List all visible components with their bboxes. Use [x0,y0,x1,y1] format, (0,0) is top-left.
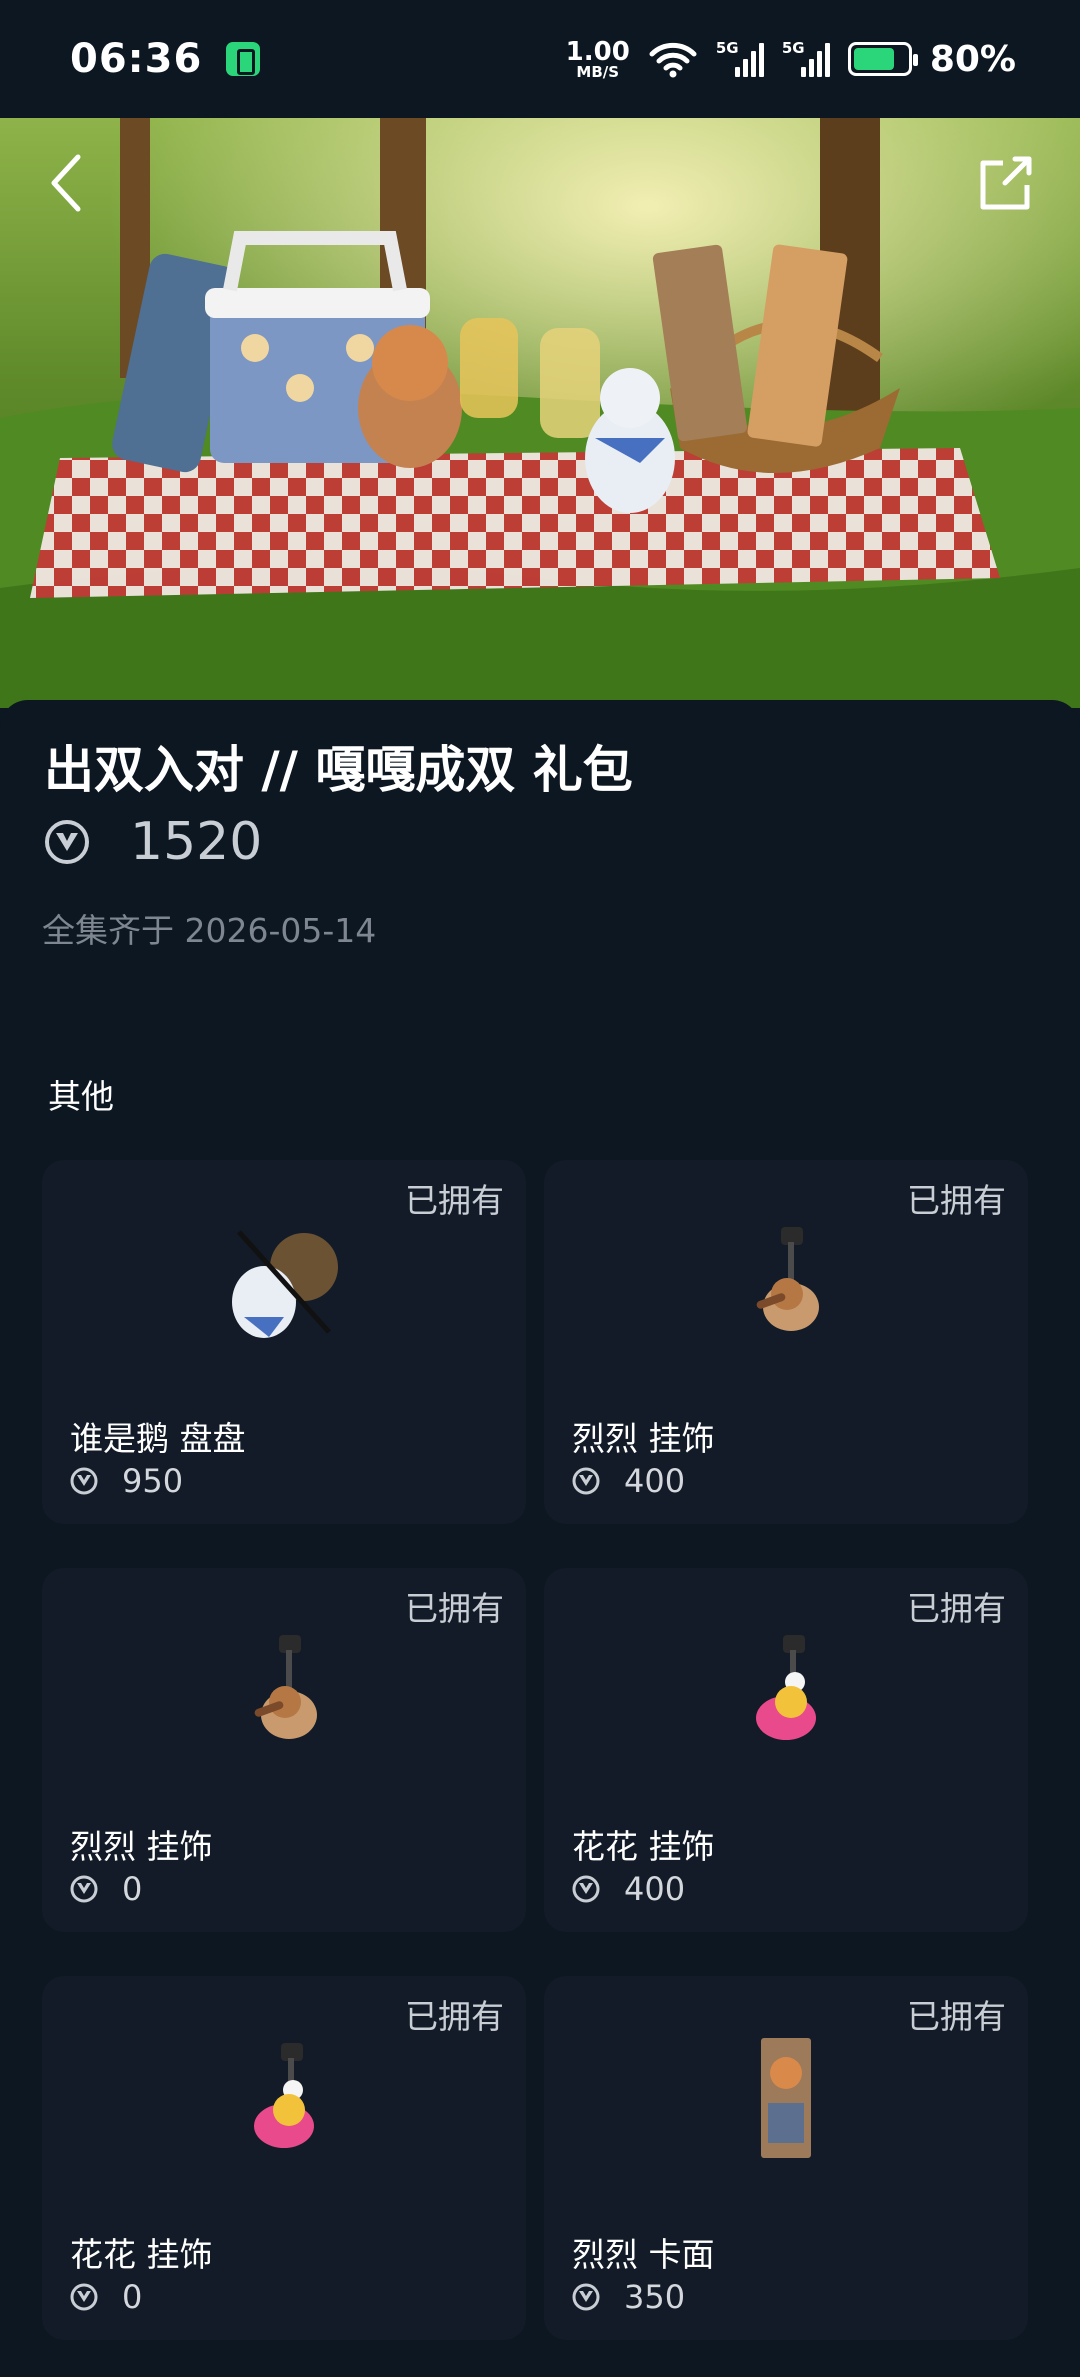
owned-badge: 已拥有 [907,1181,1006,1220]
share-button[interactable] [970,148,1040,218]
keychain-charm-icon [716,1212,856,1352]
item-card[interactable]: 已拥有 烈烈 挂饰 0 [42,1568,526,1932]
picnic-scene-illustration [0,118,1080,708]
valorant-points-icon [572,2283,600,2311]
keychain-charm-icon [214,1620,354,1760]
owned-badge: 已拥有 [907,1997,1006,2036]
owned-badge: 已拥有 [405,1589,504,1628]
status-time: 06:36 [70,36,203,82]
owned-badge: 已拥有 [405,1181,504,1220]
item-price: 350 [572,2278,685,2316]
valorant-points-icon [45,820,89,864]
network-speed: 1.00 MB/S [565,36,630,81]
item-price: 0 [70,1870,142,1908]
item-price: 0 [70,2278,142,2316]
battery-saver-icon [226,42,261,76]
player-card-icon [716,2028,856,2168]
valorant-points-icon [70,2283,98,2311]
item-card[interactable]: 已拥有 花花 挂饰 0 [42,1976,526,2340]
bundle-hero-image [0,118,1080,708]
chevron-left-icon [51,154,81,212]
back-button[interactable] [36,148,96,218]
bundle-price: 1520 [44,812,262,872]
status-bar: 06:36 1.00 MB/S 5G 5G 80% [0,0,1080,118]
item-price: 400 [572,1462,685,1500]
battery-percent: 80% [929,38,1016,80]
cell-signal-icon-1: 5G [716,39,764,79]
owned-badge: 已拥有 [907,1589,1006,1628]
bundle-title: 出双入对 // 嘎嘎成双 礼包 [44,741,633,799]
section-title-others: 其他 [48,1077,114,1116]
keychain-charm-pink-icon [214,2028,354,2168]
item-card[interactable]: 已拥有 谁是鹅 盘盘 950 [42,1160,526,1524]
share-icon [980,156,1032,210]
item-price: 400 [572,1870,685,1908]
item-name: 烈烈 挂饰 [572,1419,715,1458]
item-name: 花花 挂饰 [70,2235,213,2274]
wifi-icon [649,42,697,78]
item-name: 烈烈 卡面 [572,2235,715,2274]
owned-badge: 已拥有 [405,1997,504,2036]
item-name: 花花 挂饰 [572,1827,715,1866]
bundle-detail-panel: 出双入对 // 嘎嘎成双 礼包 1520 全集齐于 2026-05-14 其他 … [0,700,1080,2377]
battery-icon [847,42,918,76]
cell-signal-icon-2: 5G [782,39,830,79]
item-card[interactable]: 已拥有 烈烈 卡面 350 [544,1976,1028,2340]
valorant-points-icon [572,1875,600,1903]
item-name: 烈烈 挂饰 [70,1827,213,1866]
item-name: 谁是鹅 盘盘 [70,1419,246,1458]
valorant-points-icon [70,1467,98,1495]
valorant-points-icon [572,1467,600,1495]
keychain-charm-pink-icon [716,1620,856,1760]
valorant-points-icon [70,1875,98,1903]
item-card[interactable]: 已拥有 花花 挂饰 400 [544,1568,1028,1932]
item-card[interactable]: 已拥有 烈烈 挂饰 400 [544,1160,1028,1524]
collected-date: 全集齐于 2026-05-14 [42,911,377,950]
item-price: 950 [70,1462,183,1500]
duck-pair-sticker-icon [214,1212,354,1352]
